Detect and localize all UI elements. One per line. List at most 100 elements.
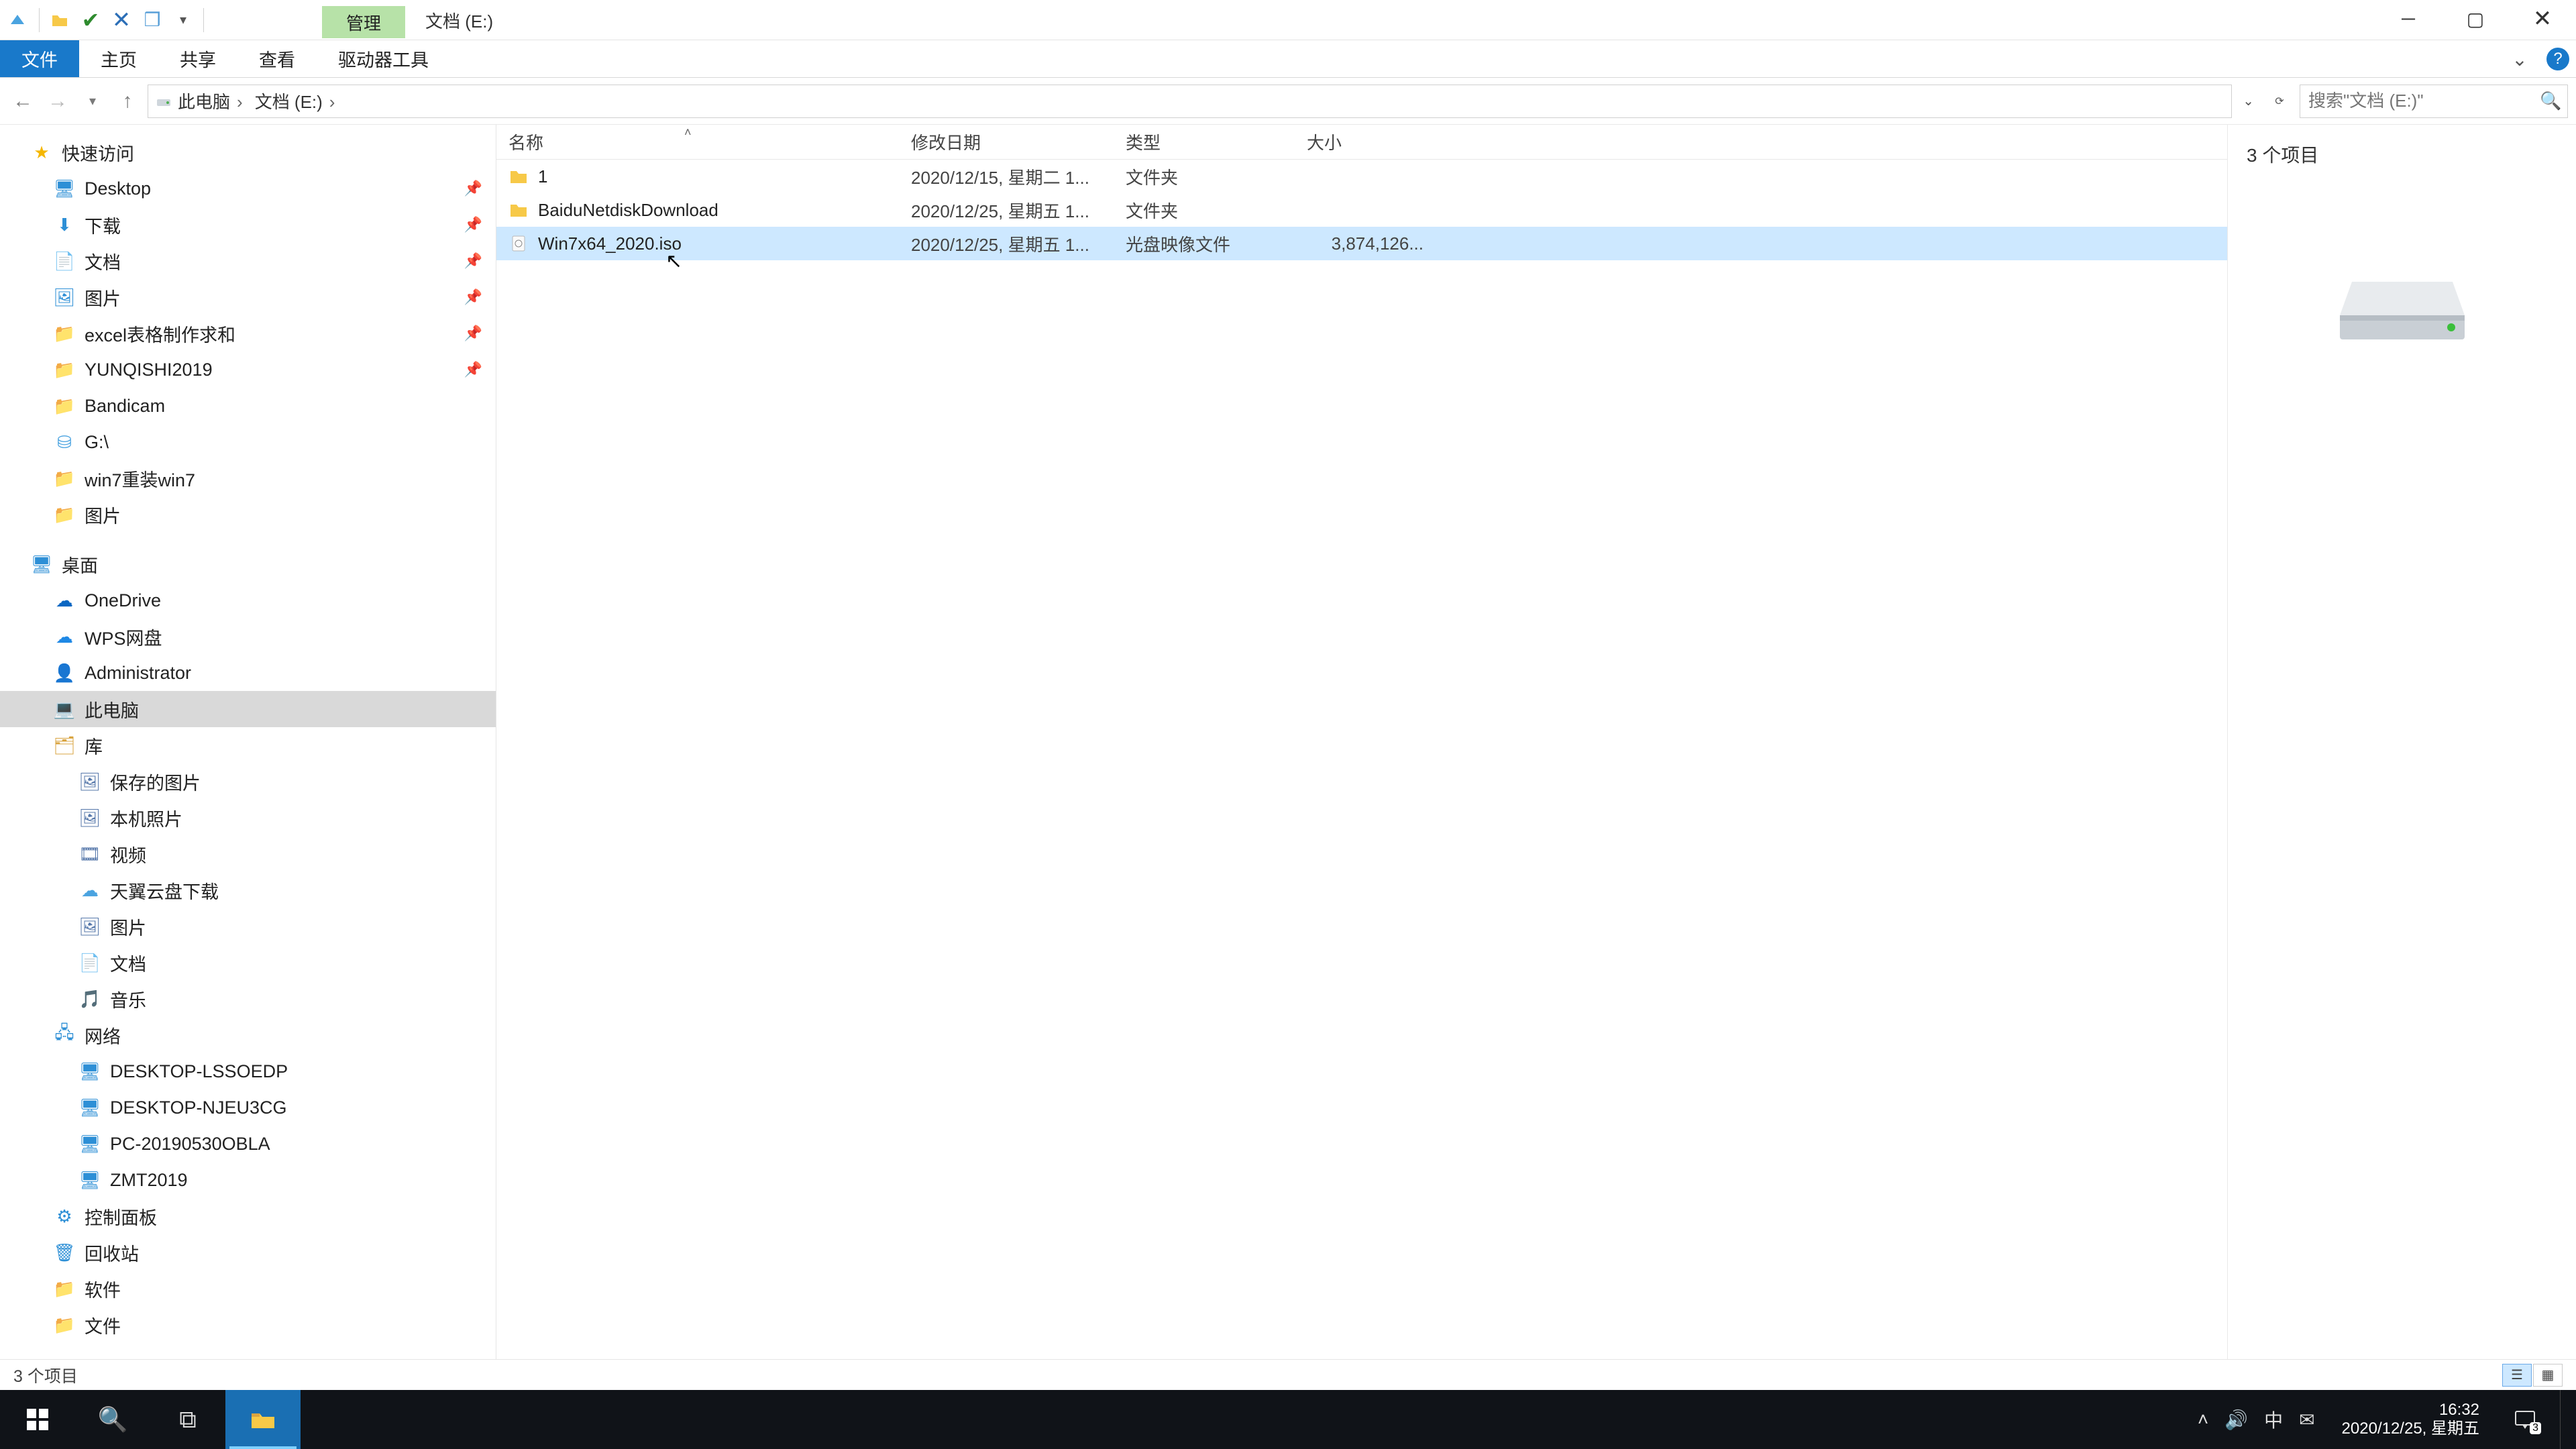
address-history-dropdown-icon[interactable]: ⌄ bbox=[2237, 93, 2259, 109]
tree-desktop[interactable]: 🖥Desktop📌 bbox=[0, 170, 496, 207]
show-desktop-button[interactable] bbox=[2560, 1390, 2568, 1449]
pin-icon: 📌 bbox=[464, 216, 482, 233]
column-headers: 名称˄ 修改日期 类型 大小 bbox=[496, 125, 2227, 160]
tree-recycle[interactable]: 🗑回收站 bbox=[0, 1234, 496, 1271]
tree-onedrive[interactable]: ☁OneDrive bbox=[0, 582, 496, 619]
quick-access-toolbar: ✔ ✕ ❒ ▾ bbox=[0, 5, 208, 35]
col-size[interactable]: 大小 bbox=[1295, 129, 1442, 154]
file-list-pane: 名称˄ 修改日期 类型 大小 12020/12/15, 星期二 1...文件夹B… bbox=[496, 125, 2227, 1359]
tree-bandicam[interactable]: 📁Bandicam bbox=[0, 388, 496, 424]
tray-clock[interactable]: 16:32 2020/12/25, 星期五 bbox=[2331, 1401, 2490, 1438]
view-icons-button[interactable]: ▦ bbox=[2533, 1364, 2563, 1387]
refresh-button[interactable]: ⟳ bbox=[2265, 95, 2294, 108]
tree-net1[interactable]: 🖥DESKTOP-LSSOEDP bbox=[0, 1053, 496, 1089]
col-date[interactable]: 修改日期 bbox=[899, 129, 1114, 154]
user-icon: 👤 bbox=[54, 662, 75, 684]
qat-folder-icon[interactable] bbox=[45, 5, 74, 35]
tray-volume-icon[interactable]: 🔊 bbox=[2224, 1409, 2248, 1431]
computer-icon: 🖥 bbox=[79, 1061, 101, 1082]
tree-libraries[interactable]: 🗂库 bbox=[0, 727, 496, 763]
tab-view[interactable]: 查看 bbox=[237, 40, 317, 77]
action-center-button[interactable]: 3 bbox=[2506, 1401, 2544, 1438]
search-box[interactable]: 🔍 bbox=[2300, 85, 2568, 118]
app-icon[interactable] bbox=[4, 5, 34, 35]
col-type[interactable]: 类型 bbox=[1114, 129, 1295, 154]
tab-file[interactable]: 文件 bbox=[0, 40, 79, 77]
qat-customize-dropdown-icon[interactable]: ▾ bbox=[168, 5, 198, 35]
tree-admin[interactable]: 👤Administrator bbox=[0, 655, 496, 691]
help-icon[interactable]: ? bbox=[2546, 48, 2569, 70]
col-name[interactable]: 名称˄ bbox=[496, 129, 899, 154]
tray-ime-icon[interactable]: 中 bbox=[2264, 1406, 2283, 1433]
file-row[interactable]: BaiduNetdiskDownload2020/12/25, 星期五 1...… bbox=[496, 193, 2227, 227]
search-button[interactable]: 🔍 bbox=[75, 1390, 150, 1449]
tree-excel[interactable]: 📁excel表格制作求和📌 bbox=[0, 315, 496, 352]
pin-icon: 📌 bbox=[464, 325, 482, 342]
tree-this-pc[interactable]: 💻此电脑 bbox=[0, 691, 496, 727]
tree-software[interactable]: 📁软件 bbox=[0, 1271, 496, 1307]
file-name: Win7x64_2020.iso bbox=[538, 233, 682, 254]
tree-desktop-root[interactable]: 🖥桌面 bbox=[0, 546, 496, 582]
qat-properties-icon[interactable]: ❒ bbox=[138, 5, 167, 35]
tree-pictures2[interactable]: 📁图片 bbox=[0, 496, 496, 533]
tree-files[interactable]: 📁文件 bbox=[0, 1307, 496, 1343]
tree-saved-pictures[interactable]: 🖼保存的图片 bbox=[0, 763, 496, 800]
file-row[interactable]: 12020/12/15, 星期二 1...文件夹 bbox=[496, 160, 2227, 193]
network-icon: 🖧 bbox=[54, 1024, 75, 1046]
file-type: 文件夹 bbox=[1114, 198, 1295, 223]
tree-gdrive[interactable]: ⛁G:\ bbox=[0, 424, 496, 460]
taskbar-explorer[interactable] bbox=[225, 1390, 301, 1449]
tree-pictures[interactable]: 🖼图片📌 bbox=[0, 279, 496, 315]
tab-share[interactable]: 共享 bbox=[158, 40, 237, 77]
nav-forward-button[interactable]: → bbox=[43, 87, 72, 116]
title-bar: ✔ ✕ ❒ ▾ 管理 文档 (E:) ─ ▢ ✕ bbox=[0, 0, 2576, 40]
file-row[interactable]: Win7x64_2020.iso2020/12/25, 星期五 1...光盘映像… bbox=[496, 227, 2227, 260]
tray-mail-icon[interactable]: ✉ bbox=[2299, 1409, 2314, 1431]
tree-net4[interactable]: 🖥ZMT2019 bbox=[0, 1162, 496, 1198]
tab-drive-tools[interactable]: 驱动器工具 bbox=[317, 40, 450, 77]
close-button[interactable]: ✕ bbox=[2509, 0, 2576, 38]
tree-win7reinstall[interactable]: 📁win7重装win7 bbox=[0, 460, 496, 496]
tree-control-panel[interactable]: ⚙控制面板 bbox=[0, 1198, 496, 1234]
address-bar[interactable]: 此电脑 文档 (E:) bbox=[148, 85, 2232, 118]
navigation-tree[interactable]: ★快速访问 🖥Desktop📌 ⬇下载📌 📄文档📌 🖼图片📌 📁excel表格制… bbox=[0, 125, 496, 1359]
contextual-tab-manage[interactable]: 管理 bbox=[322, 6, 405, 38]
pin-icon: 📌 bbox=[464, 361, 482, 378]
qat-delete-icon[interactable]: ✕ bbox=[107, 5, 136, 35]
tree-net3[interactable]: 🖥PC-20190530OBLA bbox=[0, 1126, 496, 1162]
nav-up-button[interactable]: ↑ bbox=[113, 87, 142, 116]
window-controls: ─ ▢ ✕ bbox=[2375, 0, 2576, 38]
tree-documents[interactable]: 📄文档📌 bbox=[0, 243, 496, 279]
taskbar[interactable]: 🔍 ⧉ ˄ 🔊 中 ✉ 16:32 2020/12/25, 星期五 3 bbox=[0, 1390, 2576, 1449]
tree-yunqishi[interactable]: 📁YUNQISHI2019📌 bbox=[0, 352, 496, 388]
tree-tianyi[interactable]: ☁天翼云盘下载 bbox=[0, 872, 496, 908]
file-rows[interactable]: 12020/12/15, 星期二 1...文件夹BaiduNetdiskDown… bbox=[496, 160, 2227, 1359]
tree-camera-roll[interactable]: 🖼本机照片 bbox=[0, 800, 496, 836]
tree-wps[interactable]: ☁WPS网盘 bbox=[0, 619, 496, 655]
search-icon[interactable]: 🔍 bbox=[2540, 91, 2561, 111]
documents-icon: 📄 bbox=[79, 952, 101, 973]
tree-videos[interactable]: 🎞视频 bbox=[0, 836, 496, 872]
maximize-button[interactable]: ▢ bbox=[2442, 0, 2509, 38]
breadcrumb-drive[interactable]: 文档 (E:) bbox=[255, 89, 342, 113]
tab-home[interactable]: 主页 bbox=[79, 40, 158, 77]
tree-music[interactable]: 🎵音乐 bbox=[0, 981, 496, 1017]
nav-back-button[interactable]: ← bbox=[8, 87, 38, 116]
start-button[interactable] bbox=[0, 1390, 75, 1449]
view-details-button[interactable]: ☰ bbox=[2502, 1364, 2532, 1387]
search-input[interactable] bbox=[2308, 91, 2533, 111]
tray-chevron-up-icon[interactable]: ˄ bbox=[2198, 1409, 2208, 1430]
view-switch: ☰ ▦ bbox=[2502, 1364, 2563, 1387]
tree-documents2[interactable]: 📄文档 bbox=[0, 945, 496, 981]
task-view-button[interactable]: ⧉ bbox=[150, 1390, 225, 1449]
tree-downloads[interactable]: ⬇下载📌 bbox=[0, 207, 496, 243]
tree-pictures3[interactable]: 🖼图片 bbox=[0, 908, 496, 945]
qat-check-icon[interactable]: ✔ bbox=[76, 5, 105, 35]
breadcrumb-this-pc[interactable]: 此电脑 bbox=[178, 89, 250, 113]
minimize-button[interactable]: ─ bbox=[2375, 0, 2442, 38]
tree-quick-access[interactable]: ★快速访问 bbox=[0, 134, 496, 170]
tree-network[interactable]: 🖧网络 bbox=[0, 1017, 496, 1053]
nav-recent-dropdown-icon[interactable]: ▾ bbox=[78, 87, 107, 116]
ribbon-collapse-icon[interactable]: ⌄ bbox=[2506, 46, 2533, 72]
tree-net2[interactable]: 🖥DESKTOP-NJEU3CG bbox=[0, 1089, 496, 1126]
